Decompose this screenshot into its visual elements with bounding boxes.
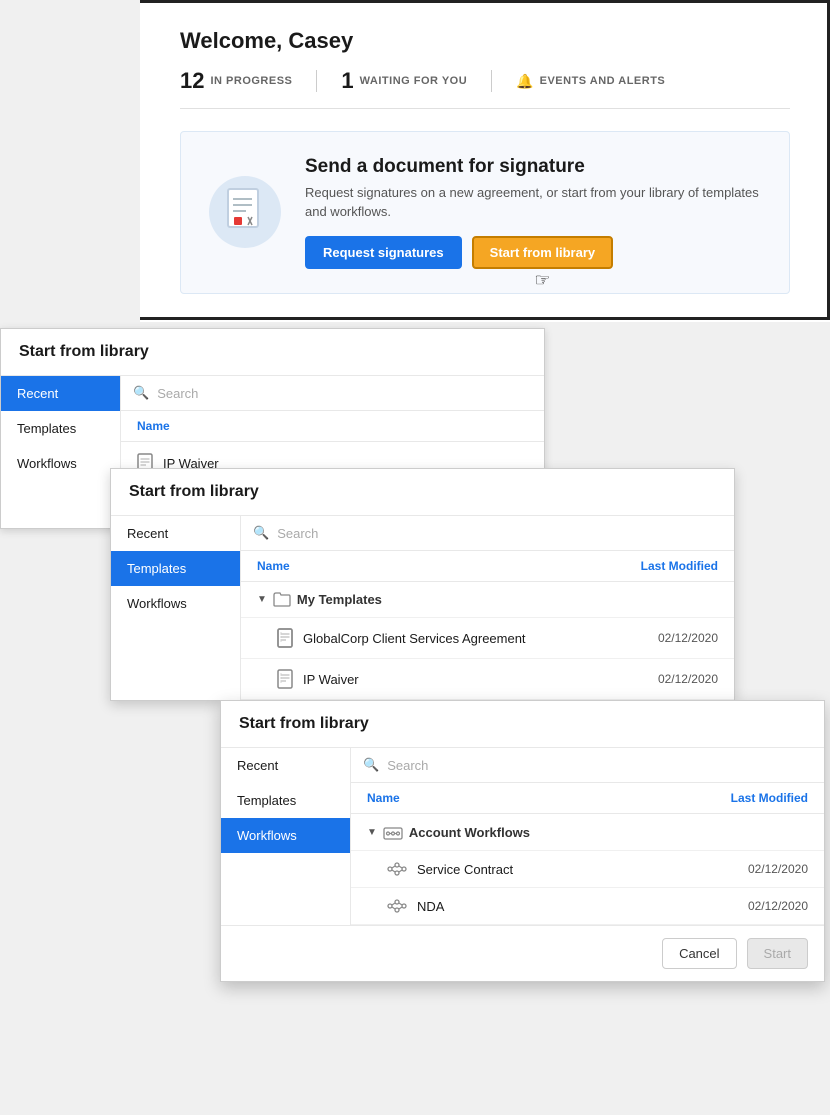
panel2-header: Start from library [111,469,734,516]
panel2-lastmod-col: Last Modified [641,559,718,573]
search-icon: 🔍 [133,385,149,401]
chevron-down-icon: ▼ [367,827,377,838]
send-card-content: Send a document for signature Request si… [305,156,761,269]
folder-name: My Templates [297,592,382,607]
panel-workflows: Start from library Recent Templates Work… [220,700,825,982]
panel1-name-col: Name [137,419,170,433]
sidebar-item-workflows-active[interactable]: Workflows [221,818,350,853]
panel1-header: Start from library [1,329,544,376]
stat-waiting[interactable]: 1 WAITING FOR YOU [341,68,467,94]
panel2-content: 🔍 Search Name Last Modified ▼ My Templat… [241,516,734,700]
sidebar-item-templates-active[interactable]: Templates [111,551,240,586]
workflow-item2-name: NDA [417,899,738,914]
panel2-sidebar: Recent Templates Workflows [111,516,241,700]
folder-row[interactable]: ▼ Account Workflows [351,814,824,851]
sidebar-item-templates[interactable]: Templates [1,411,120,446]
in-progress-label: IN PROGRESS [210,75,292,87]
panel3-content: 🔍 Search Name Last Modified ▼ [351,748,824,925]
list-item[interactable]: Service Contract 02/12/2020 [351,851,824,888]
send-document-card: Send a document for signature Request si… [180,131,790,294]
panel3-sidebar: Recent Templates Workflows [221,748,351,925]
template-doc-icon [277,669,293,689]
search-placeholder[interactable]: Search [387,758,428,773]
start-from-library-button[interactable]: Start from library [472,236,613,269]
workflow-item2-date: 02/12/2020 [748,899,808,913]
panel3-search-row: 🔍 Search [351,748,824,783]
waiting-label: WAITING FOR YOU [360,75,468,87]
search-placeholder[interactable]: Search [277,526,318,541]
sidebar-item-workflows[interactable]: Workflows [1,446,120,481]
welcome-title: Welcome, Casey [180,28,790,54]
search-input-label[interactable]: Search [157,386,198,401]
send-card-buttons: Request signatures Start from library ☞ [305,236,761,269]
folder-icon [273,592,291,607]
send-card-title: Send a document for signature [305,156,761,178]
document-svg [224,187,266,237]
search-icon: 🔍 [363,757,379,773]
sidebar-item-recent[interactable]: Recent [111,516,240,551]
in-progress-number: 12 [180,68,204,94]
list-item[interactable]: NDA 02/12/2020 [351,888,824,925]
panel3-header: Start from library [221,701,824,748]
workflow-folder-icon [383,824,403,840]
stat-in-progress[interactable]: 12 IN PROGRESS [180,68,292,94]
sidebar-item-templates[interactable]: Templates [221,783,350,818]
panel1-sidebar: Recent Templates Workflows [1,376,121,528]
panel2-list-header: Name Last Modified [241,551,734,582]
template-item2-name: IP Waiver [303,672,648,687]
workflow-icon [387,861,407,877]
sidebar-item-recent-active[interactable]: Recent [1,376,120,411]
panel3-lastmod-col: Last Modified [731,791,808,805]
panel3-list-header: Name Last Modified [351,783,824,814]
panel3-name-col: Name [367,791,400,805]
template-item1-date: 02/12/2020 [658,631,718,645]
template-item1-name: GlobalCorp Client Services Agreement [303,631,648,646]
panel3-footer: Cancel Start [221,925,824,981]
panel1-list-header: Name [121,411,544,442]
stat-alerts[interactable]: 🔔 EVENTS AND ALERTS [516,73,665,90]
template-item2-date: 02/12/2020 [658,672,718,686]
workflow-item1-date: 02/12/2020 [748,862,808,876]
workflow-folder-name: Account Workflows [409,825,530,840]
list-item[interactable]: IP Waiver 02/12/2020 [241,659,734,700]
folder-row[interactable]: ▼ My Templates [241,582,734,618]
list-item[interactable]: GlobalCorp Client Services Agreement 02/… [241,618,734,659]
cursor-icon: ☞ [534,270,550,291]
start-button[interactable]: Start [747,938,808,969]
template-doc-icon [277,628,293,648]
sidebar-item-workflows[interactable]: Workflows [111,586,240,621]
alerts-label: EVENTS AND ALERTS [540,75,666,87]
send-card-desc: Request signatures on a new agreement, o… [305,184,761,222]
panel-templates: Start from library Recent Templates Work… [110,468,735,701]
panel1-search-row: 🔍 Search [121,376,544,411]
stats-bar: 12 IN PROGRESS 1 WAITING FOR YOU 🔔 EVENT… [180,68,790,109]
bell-icon: 🔔 [516,73,533,90]
workflow-item1-name: Service Contract [417,862,738,877]
panel2-search-row: 🔍 Search [241,516,734,551]
panel2-name-col: Name [257,559,290,573]
waiting-number: 1 [341,68,353,94]
chevron-down-icon: ▼ [257,594,267,605]
request-signatures-button[interactable]: Request signatures [305,236,462,269]
cancel-button[interactable]: Cancel [662,938,736,969]
doc-illustration [209,176,281,248]
search-icon: 🔍 [253,525,269,541]
sidebar-item-recent[interactable]: Recent [221,748,350,783]
workflow-icon [387,898,407,914]
